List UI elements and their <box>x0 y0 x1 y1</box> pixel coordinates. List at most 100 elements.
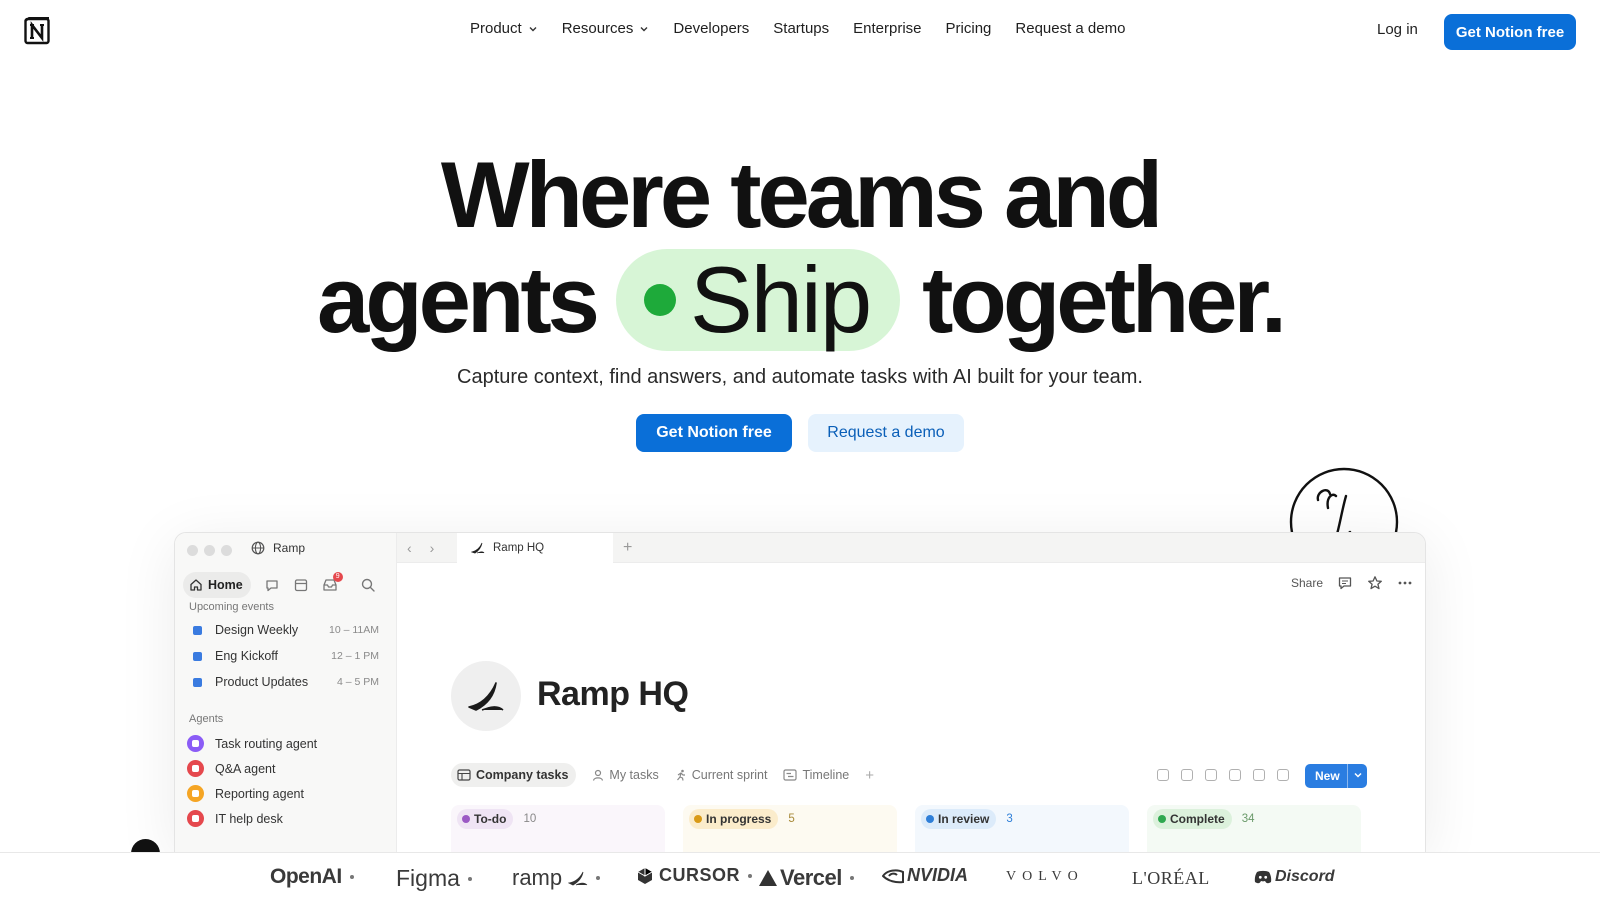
browser-tab-bar: ‹ › Ramp HQ + <box>397 533 1425 563</box>
logo-cursor: CURSOR <box>636 865 753 886</box>
back-arrow-icon[interactable]: ‹ <box>407 540 412 556</box>
notion-logo-icon[interactable] <box>23 16 53 46</box>
new-tab-icon[interactable]: + <box>623 539 632 557</box>
event-item[interactable]: Eng Kickoff 12 – 1 PM <box>193 649 389 663</box>
column-count: 10 <box>523 813 537 825</box>
view-current-sprint[interactable]: Current sprint <box>675 763 768 787</box>
column-count: 3 <box>1006 813 1013 825</box>
view-my-tasks[interactable]: My tasks <box>592 763 659 787</box>
tab-ramp-hq[interactable]: Ramp HQ <box>457 533 613 563</box>
status-badge: To-do <box>457 809 514 829</box>
logo-discord: Discord <box>1254 868 1335 886</box>
search-icon[interactable] <box>1229 769 1241 781</box>
globe-icon <box>251 541 265 555</box>
request-demo-button[interactable]: Request a demo <box>808 414 964 452</box>
green-dot-icon <box>643 284 676 316</box>
inbox-icon[interactable]: 9 <box>322 572 343 593</box>
sort-icon[interactable] <box>1157 769 1169 781</box>
agent-item[interactable]: IT help desk <box>187 810 283 827</box>
database-toolbar <box>1157 769 1289 781</box>
chevron-down-icon <box>529 26 537 31</box>
workspace-switcher[interactable]: Ramp <box>251 541 305 555</box>
ramp-logo-icon <box>471 542 485 554</box>
chat-icon[interactable] <box>264 577 280 593</box>
more-icon[interactable] <box>1397 575 1413 591</box>
status-badge: In progress <box>689 809 779 829</box>
cursor-cube-icon <box>637 867 653 884</box>
comment-icon[interactable] <box>1337 575 1353 591</box>
new-record-button[interactable]: New <box>1305 764 1367 788</box>
nav-product-label: Product <box>470 20 522 37</box>
agent-name: Task routing agent <box>215 736 318 751</box>
page-title: Ramp HQ <box>537 675 689 713</box>
view-label: Timeline <box>802 768 850 782</box>
event-item[interactable]: Design Weekly 10 – 11AM <box>193 623 389 637</box>
calendar-square-icon <box>193 677 202 687</box>
filter-icon[interactable] <box>1181 769 1193 781</box>
agent-item[interactable]: Task routing agent <box>187 735 317 752</box>
upcoming-events-heading: Upcoming events <box>189 601 274 613</box>
page-actions: Share <box>1291 575 1413 591</box>
board-column-todo: To-do 10 <box>451 805 665 852</box>
window-minimize-dot <box>204 545 215 556</box>
view-label: Company tasks <box>476 768 569 782</box>
agents-heading: Agents <box>189 713 224 725</box>
chevron-down-icon <box>640 26 648 31</box>
hero-headline-line2: agents Ship together. <box>0 245 1600 355</box>
column-count: 5 <box>788 813 795 825</box>
search-icon[interactable] <box>360 577 376 593</box>
share-button[interactable]: Share <box>1291 576 1323 590</box>
expand-icon[interactable] <box>1253 769 1265 781</box>
ramp-logo-icon <box>568 871 588 886</box>
table-icon <box>457 769 471 781</box>
hero-word-together: together. <box>922 247 1287 352</box>
app-sidebar: Ramp Home 9 Upcoming events Design Weekl… <box>175 533 397 852</box>
automation-icon[interactable] <box>1205 769 1217 781</box>
calendar-icon[interactable] <box>293 577 309 593</box>
nav-developers[interactable]: Developers <box>673 20 749 37</box>
get-notion-free-button[interactable]: Get Notion free <box>636 414 792 452</box>
agent-avatar-icon <box>187 760 204 777</box>
nav-request-demo[interactable]: Request a demo <box>1015 20 1125 37</box>
event-name: Product Updates <box>215 675 309 689</box>
ramp-page-icon <box>451 661 521 731</box>
event-item[interactable]: Product Updates 4 – 5 PM <box>193 675 389 689</box>
agent-name: Q&A agent <box>215 761 276 776</box>
tab-title: Ramp HQ <box>493 542 545 554</box>
get-notion-free-nav-button[interactable]: Get Notion free <box>1444 14 1576 50</box>
new-label: New <box>1315 769 1340 783</box>
timeline-icon <box>783 769 798 781</box>
logo-openai: OpenAI <box>270 865 354 889</box>
forward-arrow-icon[interactable]: › <box>430 540 435 556</box>
view-company-tasks[interactable]: Company tasks <box>451 763 577 787</box>
agent-item[interactable]: Reporting agent <box>187 785 304 802</box>
view-timeline[interactable]: Timeline <box>783 763 849 787</box>
agent-item[interactable]: Q&A agent <box>187 760 275 777</box>
status-badge: Complete <box>1153 809 1232 829</box>
sidebar-home-button[interactable]: Home <box>183 572 251 598</box>
nav-resources-label: Resources <box>561 20 634 37</box>
vercel-triangle-icon <box>759 870 777 886</box>
view-label: Current sprint <box>691 768 768 782</box>
nav-product[interactable]: Product <box>470 20 538 37</box>
sidebar-top-row: Home 9 <box>183 571 389 599</box>
event-time: 12 – 1 PM <box>331 650 379 662</box>
ship-word: Ship <box>689 247 872 352</box>
add-view-icon[interactable]: + <box>865 767 874 784</box>
settings-icon[interactable] <box>1277 769 1289 781</box>
view-label: My tasks <box>609 768 659 782</box>
status-badge: In review <box>921 809 997 829</box>
nav-startups[interactable]: Startups <box>773 20 829 37</box>
logo-loreal: L'ORÉAL <box>1132 868 1210 888</box>
star-icon[interactable] <box>1367 575 1383 591</box>
login-link[interactable]: Log in <box>1377 21 1418 38</box>
logo-nvidia: NVIDIA <box>882 865 968 886</box>
nav-resources[interactable]: Resources <box>562 20 650 37</box>
calendar-square-icon <box>193 625 202 635</box>
board-column-complete: Complete 34 <box>1147 805 1361 852</box>
event-time: 10 – 11AM <box>328 624 379 636</box>
nav-pricing[interactable]: Pricing <box>946 20 992 37</box>
column-count: 34 <box>1241 813 1255 825</box>
logo-volvo: VOLVO <box>1006 869 1084 884</box>
nav-enterprise[interactable]: Enterprise <box>853 20 921 37</box>
